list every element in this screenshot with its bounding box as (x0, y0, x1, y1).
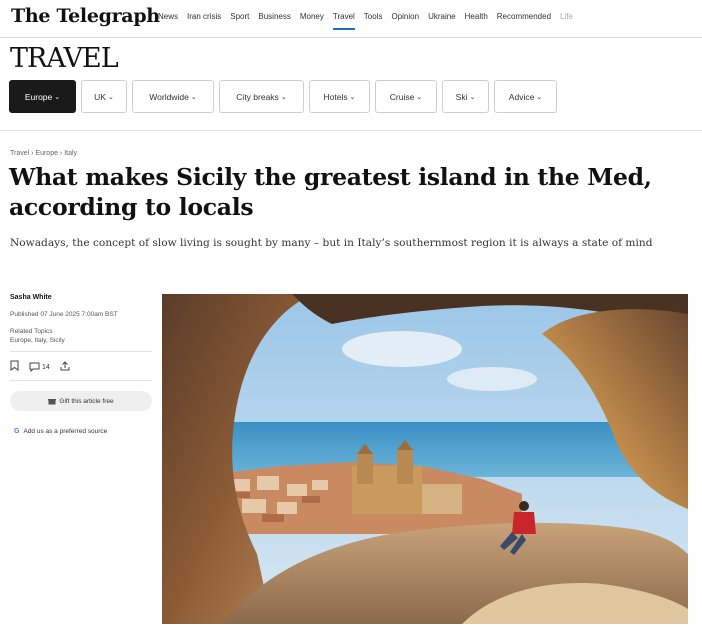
nav-sport[interactable]: Sport (230, 12, 249, 30)
nav-iran-crisis[interactable]: Iran crisis (187, 12, 221, 30)
gift-article-label: Gift this article free (59, 397, 114, 405)
divider (10, 351, 152, 352)
gift-icon (48, 399, 57, 405)
google-icon: G (14, 427, 20, 435)
nav-recommended[interactable]: Recommended (497, 12, 551, 30)
subnav-label: Worldwide (149, 91, 189, 102)
nav-tools[interactable]: Tools (364, 12, 383, 30)
divider (0, 130, 702, 131)
chevron-down-icon: ⌄ (190, 93, 197, 101)
chevron-down-icon: ⌄ (54, 93, 61, 101)
related-topics-label: Related Topics (10, 328, 53, 335)
chevron-down-icon: ⌄ (416, 93, 423, 101)
hero-image (162, 294, 688, 624)
nav-money[interactable]: Money (300, 12, 324, 30)
nav-travel[interactable]: Travel (332, 12, 355, 30)
gift-article-button[interactable]: Gift this article free (10, 391, 152, 411)
subnav-worldwide[interactable]: Worldwide ⌄ (132, 80, 214, 113)
chevron-down-icon: ⌄ (469, 93, 476, 101)
chevron-down-icon: ⌄ (280, 93, 287, 101)
subnav-cruise[interactable]: Cruise ⌄ (375, 80, 437, 113)
divider (10, 380, 152, 381)
section-title[interactable]: TRAVEL (10, 43, 119, 74)
telegraph-logo[interactable]: The Telegraph (11, 5, 160, 27)
subnav-city-breaks[interactable]: City breaks ⌄ (219, 80, 304, 113)
nav-life[interactable]: Life (560, 12, 573, 30)
nav-opinion[interactable]: Opinion (391, 12, 419, 30)
breadcrumb[interactable]: Travel › Europe › Italy (10, 150, 77, 157)
article-standfirst: Nowadays, the concept of slow living is … (10, 237, 653, 249)
bookmark-icon[interactable] (10, 360, 19, 374)
subnav-europe[interactable]: Europe ⌄ (9, 80, 76, 113)
nav-ukraine[interactable]: Ukraine (428, 12, 456, 30)
share-icon[interactable] (60, 360, 70, 374)
published-date: Published 07 June 2025 7:00am BST (10, 311, 118, 318)
article-meta: Sasha White Published 07 June 2025 7:00a… (10, 293, 152, 441)
article-actions: 14 (10, 360, 152, 374)
comment-icon (29, 362, 40, 372)
subnav-uk[interactable]: UK ⌄ (81, 80, 127, 113)
chevron-down-icon: ⌄ (349, 93, 356, 101)
top-navigation: The Telegraph News Iran crisis Sport Bus… (0, 0, 702, 38)
subnav-ski[interactable]: Ski ⌄ (442, 80, 489, 113)
subnav-label: City breaks (236, 91, 279, 102)
subnav-label: Hotels (323, 91, 348, 102)
chevron-down-icon: ⌄ (107, 93, 114, 101)
chevron-down-icon: ⌄ (536, 93, 543, 101)
subnav-label: Advice (508, 91, 535, 102)
nav-news[interactable]: News (158, 12, 178, 30)
related-topics[interactable]: Europe, Italy, Sicily (10, 336, 152, 345)
preferred-source-label: Add us as a preferred source (23, 427, 108, 435)
preferred-source-button[interactable]: G Add us as a preferred source (10, 421, 152, 441)
comment-count: 14 (42, 363, 50, 371)
subnav-label: UK (94, 91, 106, 102)
subnav-label: Ski (455, 91, 468, 102)
primary-nav: News Iran crisis Sport Business Money Tr… (158, 12, 582, 30)
subnav-hotels[interactable]: Hotels ⌄ (309, 80, 370, 113)
subnav-advice[interactable]: Advice ⌄ (494, 80, 557, 113)
nav-business[interactable]: Business (258, 12, 290, 30)
comments-button[interactable]: 14 (29, 362, 50, 372)
author-name[interactable]: Sasha White (10, 293, 152, 302)
article-headline: What makes Sicily the greatest island in… (9, 163, 652, 221)
subnav-label: Europe (24, 91, 53, 102)
section-subnav: Europe ⌄ UK ⌄ Worldwide ⌄ City breaks ⌄ Hote… (9, 80, 557, 113)
subnav-label: Cruise (389, 91, 415, 102)
nav-health[interactable]: Health (465, 12, 488, 30)
